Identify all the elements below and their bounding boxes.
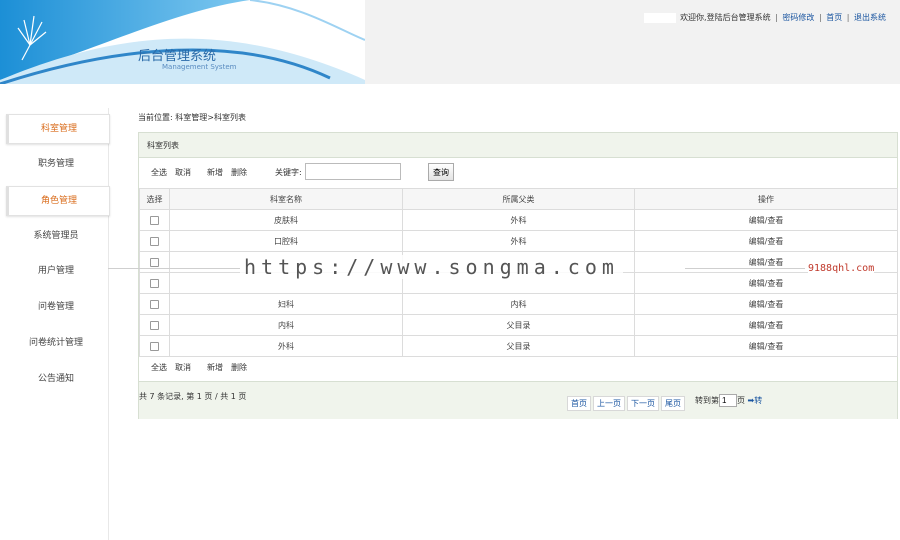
- watermark-line: [685, 268, 805, 269]
- next-page-button[interactable]: 下一页: [627, 396, 659, 411]
- change-password-link[interactable]: 密码修改: [782, 13, 814, 22]
- last-page-button[interactable]: 尾页: [661, 396, 685, 411]
- department-name: 皮肤科: [169, 209, 403, 231]
- banner: 后台管理系统 Management System: [0, 0, 365, 84]
- column-header-parent: 所属父类: [402, 188, 635, 210]
- table-row: 内科 父目录 编辑/查看: [139, 314, 898, 336]
- pagination-bar: 共 7 条记录, 第 1 页 / 共 1 页 首页上一页下一页尾页 转到第 页 ➡…: [139, 381, 897, 419]
- table-row: 妇科 内科 编辑/查看: [139, 293, 898, 315]
- brand-title: 后台管理系统: [138, 49, 217, 64]
- panel-header: 科室列表: [139, 133, 897, 158]
- row-checkbox[interactable]: [150, 320, 159, 330]
- record-count: 共 7 条记录, 第 1 页 / 共 1 页: [139, 392, 247, 401]
- edit-view-link[interactable]: 编辑/查看: [634, 272, 898, 294]
- keyword-label: 关键字:: [275, 168, 302, 177]
- delete-button[interactable]: 删除: [231, 168, 247, 177]
- sidebar-item-departments[interactable]: 科室管理: [6, 114, 110, 144]
- watermark-line: [108, 268, 240, 269]
- row-checkbox[interactable]: [150, 299, 159, 309]
- department-name: 外科: [169, 335, 403, 357]
- parent-category: 外科: [402, 230, 635, 252]
- department-name: 内科: [169, 314, 403, 336]
- brand-subtitle: Management System: [162, 63, 237, 71]
- sidebar-item-survey-stats[interactable]: 问卷统计管理: [6, 329, 106, 357]
- page-jump: 转到第 页 ➡转: [695, 394, 762, 407]
- link-separator: |: [775, 13, 778, 22]
- toolbar-top: 全选 取消 新增 删除: [151, 167, 255, 178]
- sidebar-item-notices[interactable]: 公告通知: [6, 365, 106, 393]
- banner-swoosh: [0, 0, 365, 84]
- row-checkbox[interactable]: [150, 257, 159, 267]
- sidebar-item-roles[interactable]: 角色管理: [6, 186, 110, 216]
- department-name: 口腔科: [169, 230, 403, 252]
- parent-category: 外科: [402, 209, 635, 231]
- prev-page-button[interactable]: 上一页: [593, 396, 625, 411]
- table-row: 口腔科 外科 编辑/查看: [139, 230, 898, 252]
- edit-view-link[interactable]: 编辑/查看: [634, 230, 898, 252]
- search-button[interactable]: 查询: [428, 163, 454, 181]
- top-links: 欢迎你,登陆后台管理系统 | 密码修改 | 首页 | 退出系统: [644, 12, 886, 23]
- select-all-button[interactable]: 全选: [151, 363, 167, 372]
- link-separator: |: [818, 13, 822, 22]
- edit-view-link[interactable]: 编辑/查看: [634, 209, 898, 231]
- header: 后台管理系统 Management System 欢迎你,登陆后台管理系统 | …: [0, 0, 900, 84]
- jump-label: 转到第: [695, 396, 719, 405]
- breadcrumb: 当前位置: 科室管理>科室列表: [138, 113, 246, 122]
- username-mask: [644, 12, 677, 23]
- cancel-button[interactable]: 取消: [175, 168, 191, 177]
- sidebar: 科室管理 职务管理 角色管理 系统管理员 用户管理 问卷管理 问卷统计管理 公告…: [0, 108, 110, 540]
- row-checkbox[interactable]: [150, 278, 159, 288]
- row-checkbox[interactable]: [150, 341, 159, 351]
- home-link[interactable]: 首页: [826, 13, 842, 22]
- delete-button[interactable]: 删除: [231, 363, 247, 372]
- jump-unit: 页: [737, 396, 745, 405]
- toolbar-bottom: 全选 取消 新增 删除: [151, 362, 255, 373]
- row-checkbox[interactable]: [150, 215, 159, 225]
- edit-view-link[interactable]: 编辑/查看: [634, 314, 898, 336]
- parent-category: 父目录: [402, 335, 635, 357]
- edit-view-link[interactable]: 编辑/查看: [634, 293, 898, 315]
- column-header-actions: 操作: [634, 188, 898, 210]
- go-button[interactable]: ➡转: [748, 396, 763, 405]
- panel-title: 科室列表: [147, 141, 179, 150]
- welcome-text: 欢迎你,登陆后台管理系统: [680, 13, 771, 22]
- sidebar-item-users[interactable]: 用户管理: [6, 257, 106, 285]
- select-all-button[interactable]: 全选: [151, 168, 167, 177]
- add-button[interactable]: 新增: [207, 168, 223, 177]
- table-header-row: 选择 科室名称 所属父类 操作: [139, 188, 898, 210]
- parent-category: 内科: [402, 293, 635, 315]
- column-header-name: 科室名称: [169, 188, 403, 210]
- sidebar-item-surveys[interactable]: 问卷管理: [6, 293, 106, 321]
- link-separator: |: [846, 13, 850, 22]
- cancel-button[interactable]: 取消: [175, 363, 191, 372]
- department-name: 妇科: [169, 293, 403, 315]
- edit-view-link[interactable]: 编辑/查看: [634, 335, 898, 357]
- table-row: 外科 父目录 编辑/查看: [139, 335, 898, 357]
- watermark-side-text: 9188qhl.com: [808, 263, 875, 274]
- sidebar-item-positions[interactable]: 职务管理: [6, 150, 106, 178]
- table-row: 皮肤科 外科 编辑/查看: [139, 209, 898, 231]
- page-links: 首页 上一页 下一页 尾页: [567, 396, 687, 411]
- parent-category: 父目录: [402, 314, 635, 336]
- first-page-button[interactable]: 首页: [567, 396, 591, 411]
- watermark-text: https://www.songma.com: [240, 255, 623, 279]
- page-number-input[interactable]: [719, 394, 737, 407]
- column-header-select: 选择: [139, 188, 170, 210]
- logout-link[interactable]: 退出系统: [854, 13, 886, 22]
- row-checkbox[interactable]: [150, 236, 159, 246]
- sidebar-item-sysadmin[interactable]: 系统管理员: [6, 222, 106, 250]
- add-button[interactable]: 新增: [207, 363, 223, 372]
- keyword-input[interactable]: [305, 163, 401, 180]
